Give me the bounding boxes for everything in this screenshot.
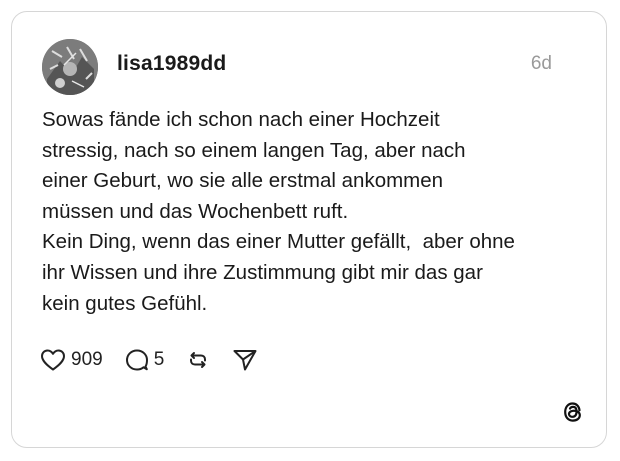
post-text-line: kein gutes Gefühl. xyxy=(42,291,208,315)
avatar[interactable] xyxy=(42,39,98,95)
post-text-line: stressig, nach so einem langen Tag, aber… xyxy=(42,138,466,162)
send-icon xyxy=(233,350,257,371)
repost-icon xyxy=(190,352,207,368)
post-text-line: Kein Ding, wenn das einer Mutter gefällt… xyxy=(42,230,515,254)
post-text-line: müssen und das Wochenbett ruft. xyxy=(42,199,349,223)
post-actions: 909 5 xyxy=(40,345,280,375)
reply-count: 5 xyxy=(153,349,165,370)
like-count: 909 xyxy=(71,349,103,370)
post-timestamp: 6d xyxy=(530,53,552,74)
reply-button[interactable]: 5 xyxy=(125,348,165,372)
post-text-line: ihr Wissen und ihre Zustimmung gibt mir … xyxy=(42,260,483,284)
post-card: lisa1989dd 6d Sowas fände ich schon nach… xyxy=(11,11,607,448)
repost-button[interactable] xyxy=(186,348,210,372)
comment-icon xyxy=(125,349,148,371)
threads-logo-icon xyxy=(560,399,586,425)
post-text-line: Sowas fände ich schon nach einer Hochzei… xyxy=(42,108,440,131)
username[interactable]: lisa1989dd xyxy=(117,52,226,76)
like-button[interactable]: 909 xyxy=(40,348,103,372)
heart-icon xyxy=(41,349,65,371)
post-text: Sowas fände ich schon nach einer Hochzei… xyxy=(42,105,582,319)
post-text-line: einer Geburt, wo sie alle erstmal ankomm… xyxy=(42,169,444,193)
share-button[interactable] xyxy=(232,348,258,372)
